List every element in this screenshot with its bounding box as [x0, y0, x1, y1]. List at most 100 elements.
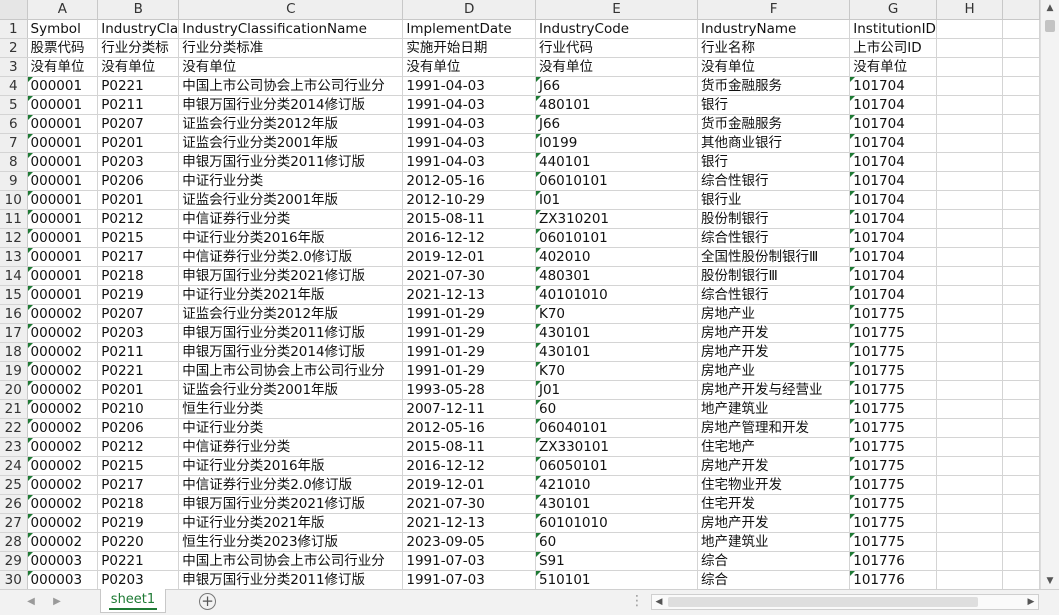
- cell-b28[interactable]: P0220: [97, 532, 180, 552]
- cell-h9[interactable]: [936, 171, 1004, 191]
- cell-a4[interactable]: 000001: [27, 76, 99, 96]
- cell-a27[interactable]: 000002: [27, 513, 99, 533]
- row-header[interactable]: 19: [0, 361, 28, 381]
- row-header[interactable]: 7: [0, 133, 28, 153]
- cell-a30[interactable]: 000003: [27, 570, 99, 589]
- column-header-h[interactable]: H: [936, 0, 1004, 20]
- cell-d17[interactable]: 1991-01-29: [402, 323, 536, 343]
- cell-c7[interactable]: 证监会行业分类2001年版: [178, 133, 404, 153]
- cell-e20[interactable]: J01: [535, 380, 699, 400]
- column-header-c[interactable]: C: [178, 0, 404, 20]
- scroll-up-arrow-icon[interactable]: ▲: [1041, 0, 1059, 16]
- cell-h25[interactable]: [936, 475, 1004, 495]
- cell-b18[interactable]: P0211: [97, 342, 180, 362]
- cell-g24[interactable]: 101775: [849, 456, 937, 476]
- cell-g12[interactable]: 101704: [849, 228, 937, 248]
- cell-g13[interactable]: 101704: [849, 247, 937, 267]
- cell-h15[interactable]: [936, 285, 1004, 305]
- cell-b23[interactable]: P0212: [97, 437, 180, 457]
- cell-h22[interactable]: [936, 418, 1004, 438]
- cell-g23[interactable]: 101775: [849, 437, 937, 457]
- cell-extra[interactable]: [1002, 38, 1040, 58]
- cell-h23[interactable]: [936, 437, 1004, 457]
- vertical-scroll-thumb[interactable]: [1045, 20, 1055, 32]
- cell-extra[interactable]: [1002, 513, 1040, 533]
- cell-b14[interactable]: P0218: [97, 266, 180, 286]
- cell-g17[interactable]: 101775: [849, 323, 937, 343]
- cell-b3[interactable]: 没有单位: [97, 57, 180, 77]
- cell-c14[interactable]: 申银万国行业分类2021修订版: [178, 266, 404, 286]
- add-sheet-icon[interactable]: +: [199, 593, 216, 610]
- row-header[interactable]: 9: [0, 171, 28, 191]
- cell-d8[interactable]: 1991-04-03: [402, 152, 536, 172]
- cell-b17[interactable]: P0203: [97, 323, 180, 343]
- row-header[interactable]: 10: [0, 190, 28, 210]
- cell-c21[interactable]: 恒生行业分类: [178, 399, 404, 419]
- cell-a14[interactable]: 000001: [27, 266, 99, 286]
- cell-extra[interactable]: [1002, 304, 1040, 324]
- cell-a16[interactable]: 000002: [27, 304, 99, 324]
- cell-f18[interactable]: 房地产开发: [697, 342, 851, 362]
- cell-e12[interactable]: 06010101: [535, 228, 699, 248]
- cell-f26[interactable]: 住宅开发: [697, 494, 851, 514]
- row-header[interactable]: 28: [0, 532, 28, 552]
- cell-f23[interactable]: 住宅地产: [697, 437, 851, 457]
- cell-e9[interactable]: 06010101: [535, 171, 699, 191]
- cell-b30[interactable]: P0203: [97, 570, 180, 589]
- cell-b11[interactable]: P0212: [97, 209, 180, 229]
- cell-extra[interactable]: [1002, 95, 1040, 115]
- cell-g16[interactable]: 101775: [849, 304, 937, 324]
- cell-c13[interactable]: 中信证券行业分类2.0修订版: [178, 247, 404, 267]
- row-header[interactable]: 30: [0, 570, 28, 589]
- cell-extra[interactable]: [1002, 133, 1040, 153]
- cell-c18[interactable]: 申银万国行业分类2014修订版: [178, 342, 404, 362]
- cell-extra[interactable]: [1002, 228, 1040, 248]
- cell-f12[interactable]: 综合性银行: [697, 228, 851, 248]
- cell-g5[interactable]: 101704: [849, 95, 937, 115]
- scroll-down-arrow-icon[interactable]: ▼: [1041, 573, 1059, 589]
- cell-h13[interactable]: [936, 247, 1004, 267]
- cell-b4[interactable]: P0221: [97, 76, 180, 96]
- cell-extra[interactable]: [1002, 266, 1040, 286]
- cell-g8[interactable]: 101704: [849, 152, 937, 172]
- cell-d19[interactable]: 1991-01-29: [402, 361, 536, 381]
- cell-b15[interactable]: P0219: [97, 285, 180, 305]
- cell-f11[interactable]: 股份制银行: [697, 209, 851, 229]
- cell-a24[interactable]: 000002: [27, 456, 99, 476]
- cell-c19[interactable]: 中国上市公司协会上市公司行业分: [178, 361, 404, 381]
- cell-d4[interactable]: 1991-04-03: [402, 76, 536, 96]
- cell-c28[interactable]: 恒生行业分类2023修订版: [178, 532, 404, 552]
- cell-extra[interactable]: [1002, 323, 1040, 343]
- cell-d30[interactable]: 1991-07-03: [402, 570, 536, 589]
- cell-f1[interactable]: IndustryName: [697, 19, 851, 39]
- cell-d14[interactable]: 2021-07-30: [402, 266, 536, 286]
- column-header-f[interactable]: F: [697, 0, 851, 20]
- cell-b24[interactable]: P0215: [97, 456, 180, 476]
- cell-extra[interactable]: [1002, 171, 1040, 191]
- cell-f27[interactable]: 房地产开发: [697, 513, 851, 533]
- cell-e26[interactable]: 430101: [535, 494, 699, 514]
- cell-h26[interactable]: [936, 494, 1004, 514]
- cell-d27[interactable]: 2021-12-13: [402, 513, 536, 533]
- cell-f7[interactable]: 其他商业银行: [697, 133, 851, 153]
- cell-extra[interactable]: [1002, 570, 1040, 589]
- cell-h27[interactable]: [936, 513, 1004, 533]
- cell-f15[interactable]: 综合性银行: [697, 285, 851, 305]
- cell-b26[interactable]: P0218: [97, 494, 180, 514]
- cell-c9[interactable]: 中证行业分类: [178, 171, 404, 191]
- cell-g1[interactable]: InstitutionID: [849, 19, 937, 39]
- cell-h11[interactable]: [936, 209, 1004, 229]
- cell-g19[interactable]: 101775: [849, 361, 937, 381]
- cell-b2[interactable]: 行业分类标: [97, 38, 180, 58]
- cell-c29[interactable]: 中国上市公司协会上市公司行业分: [178, 551, 404, 571]
- horizontal-scroll-thumb[interactable]: [668, 597, 978, 607]
- row-header[interactable]: 17: [0, 323, 28, 343]
- cell-c10[interactable]: 证监会行业分类2001年版: [178, 190, 404, 210]
- cell-d28[interactable]: 2023-09-05: [402, 532, 536, 552]
- cell-a26[interactable]: 000002: [27, 494, 99, 514]
- cell-e25[interactable]: 421010: [535, 475, 699, 495]
- select-all-corner[interactable]: [0, 0, 28, 20]
- cell-a22[interactable]: 000002: [27, 418, 99, 438]
- cell-a1[interactable]: Symbol: [27, 19, 99, 39]
- cell-extra[interactable]: [1002, 114, 1040, 134]
